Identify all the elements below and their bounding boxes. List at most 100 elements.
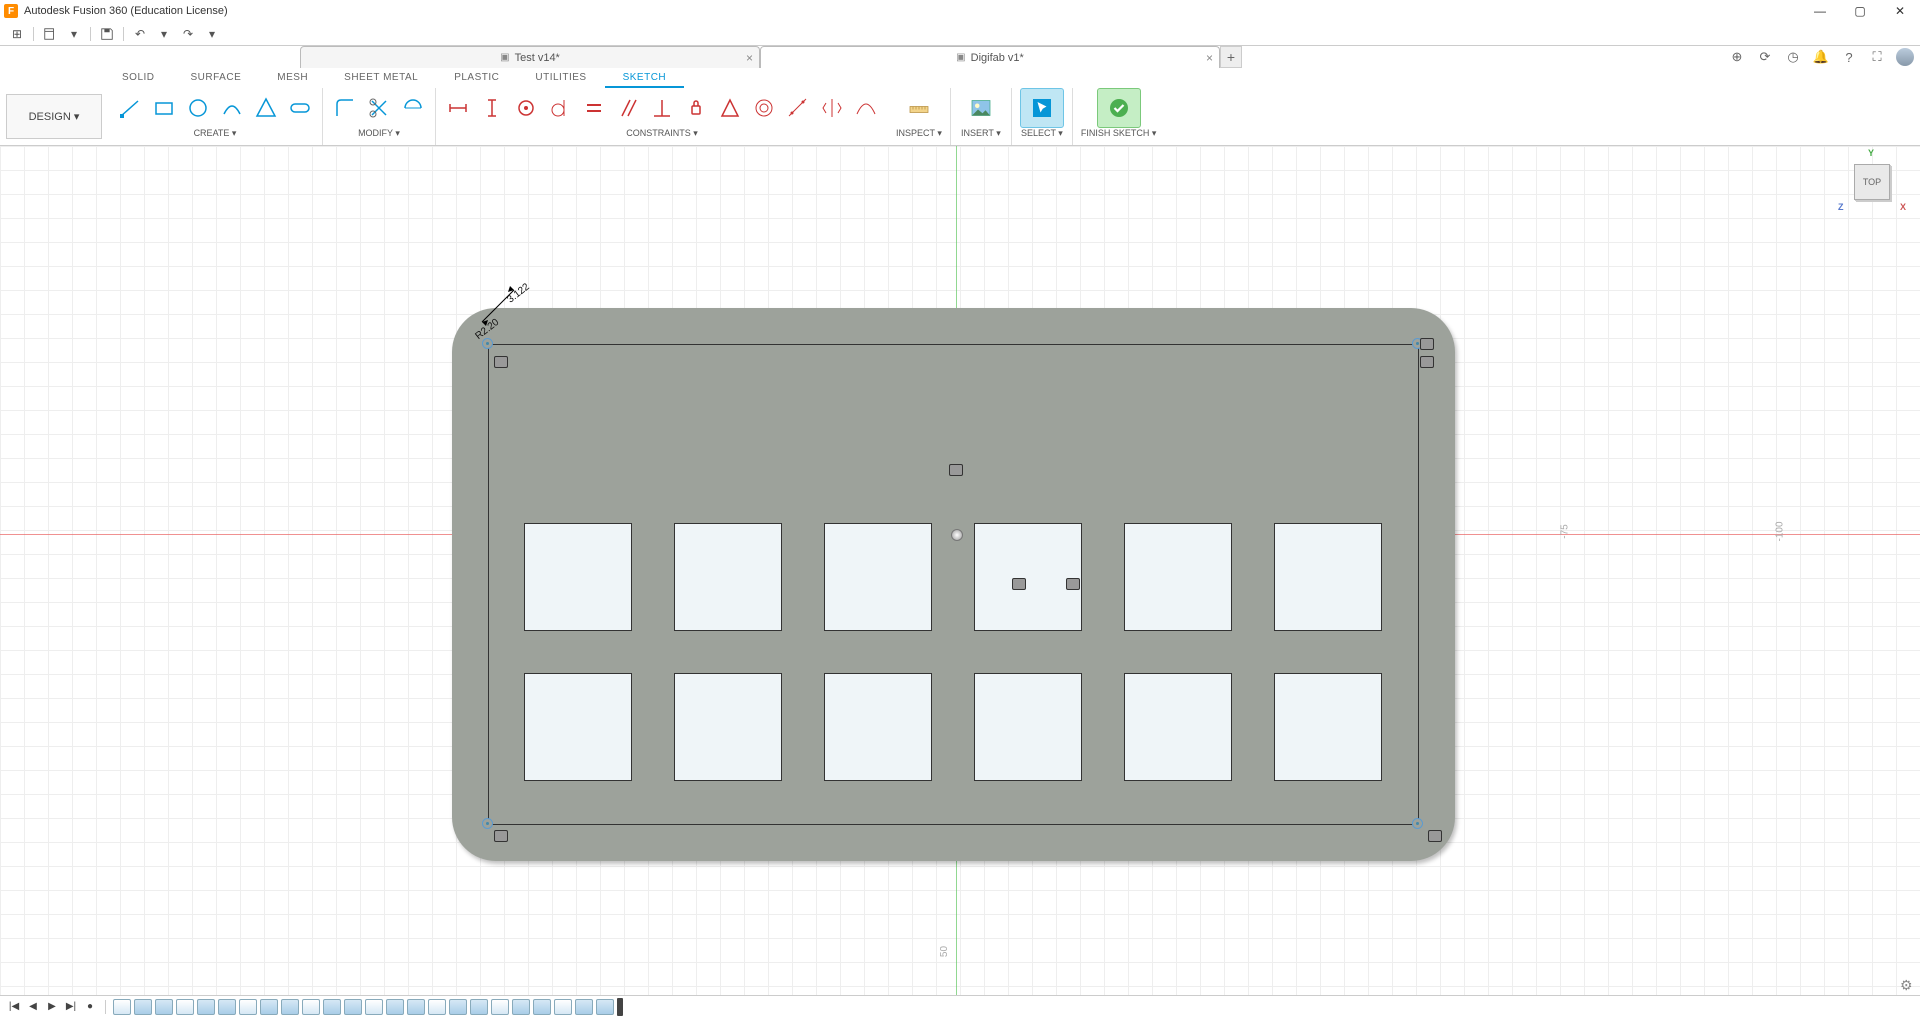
job-status-icon[interactable]: ◷ — [1784, 48, 1802, 66]
wstab-sheetmetal[interactable]: SHEET METAL — [326, 69, 436, 88]
wstab-mesh[interactable]: MESH — [259, 69, 326, 88]
file-dropdown-icon[interactable]: ▾ — [63, 24, 85, 44]
view-cube[interactable]: Y TOP X Z — [1844, 154, 1898, 208]
timeline-feature[interactable] — [260, 999, 278, 1015]
hole[interactable] — [1412, 818, 1423, 829]
viewcube-face[interactable]: TOP — [1854, 164, 1890, 200]
coincident-constraint-icon[interactable] — [512, 94, 540, 122]
extend-tool-icon[interactable] — [399, 94, 427, 122]
cutout[interactable] — [824, 673, 932, 781]
polygon-tool-icon[interactable] — [252, 94, 280, 122]
data-panel-icon[interactable]: ⊞ — [6, 24, 28, 44]
save-icon[interactable] — [96, 24, 118, 44]
cutout[interactable] — [974, 523, 1082, 631]
minimize-button[interactable]: — — [1800, 0, 1840, 22]
hole[interactable] — [482, 818, 493, 829]
hole[interactable] — [482, 338, 493, 349]
tab-close-icon[interactable]: × — [746, 51, 753, 65]
file-menu-icon[interactable] — [39, 24, 61, 44]
ribbon-label[interactable]: MODIFY ▾ — [358, 126, 400, 139]
close-button[interactable]: ✕ — [1880, 0, 1920, 22]
timeline-feature[interactable] — [176, 999, 194, 1015]
horizontal-constraint-icon[interactable] — [444, 94, 472, 122]
timeline-feature[interactable] — [533, 999, 551, 1015]
cutout[interactable] — [1274, 673, 1382, 781]
redo-icon[interactable]: ↷ — [177, 24, 199, 44]
cutout[interactable] — [1274, 523, 1382, 631]
timeline-feature[interactable] — [386, 999, 404, 1015]
cutout[interactable] — [1124, 673, 1232, 781]
undo-dropdown-icon[interactable]: ▾ — [153, 24, 175, 44]
fix-constraint-icon[interactable] — [682, 94, 710, 122]
timeline-record-icon[interactable]: ● — [82, 999, 98, 1015]
select-tool-icon[interactable] — [1020, 88, 1064, 128]
timeline-feature[interactable] — [449, 999, 467, 1015]
timeline-feature[interactable] — [554, 999, 572, 1015]
concentric-constraint-icon[interactable] — [750, 94, 778, 122]
timeline-feature[interactable] — [512, 999, 530, 1015]
timeline-feature[interactable] — [575, 999, 593, 1015]
cutout[interactable] — [524, 673, 632, 781]
sketch-body[interactable] — [452, 308, 1455, 861]
workspace-switcher[interactable]: DESIGN ▾ — [6, 94, 102, 139]
wstab-plastic[interactable]: PLASTIC — [436, 69, 517, 88]
line-tool-icon[interactable] — [116, 94, 144, 122]
ribbon-label[interactable]: CREATE ▾ — [194, 126, 237, 139]
refresh-icon[interactable]: ⟳ — [1756, 48, 1774, 66]
timeline-feature[interactable] — [239, 999, 257, 1015]
wstab-utilities[interactable]: UTILITIES — [517, 69, 604, 88]
viewport[interactable]: 25 50 -25 -50 -75 -100 3.1 — [0, 146, 1920, 995]
midpoint-constraint-icon[interactable] — [716, 94, 744, 122]
cutout[interactable] — [1124, 523, 1232, 631]
tangent-constraint-icon[interactable] — [546, 94, 574, 122]
help-icon[interactable]: ? — [1840, 48, 1858, 66]
perpendicular-constraint-icon[interactable] — [648, 94, 676, 122]
new-tab-button[interactable]: + — [1220, 46, 1242, 68]
origin-icon[interactable] — [951, 529, 963, 541]
maximize-button[interactable]: ▢ — [1840, 0, 1880, 22]
user-avatar[interactable] — [1896, 48, 1914, 66]
timeline-feature[interactable] — [281, 999, 299, 1015]
timeline-feature[interactable] — [113, 999, 131, 1015]
timeline-feature[interactable] — [344, 999, 362, 1015]
timeline-feature[interactable] — [134, 999, 152, 1015]
measure-tool-icon[interactable] — [897, 88, 941, 128]
timeline-feature[interactable] — [491, 999, 509, 1015]
timeline-marker[interactable] — [617, 998, 623, 1016]
undo-icon[interactable]: ↶ — [129, 24, 151, 44]
cutout[interactable] — [824, 523, 932, 631]
timeline-feature[interactable] — [365, 999, 383, 1015]
timeline-back-icon[interactable]: ◀ — [25, 999, 41, 1015]
cutout[interactable] — [974, 673, 1082, 781]
vertical-constraint-icon[interactable] — [478, 94, 506, 122]
timeline-feature[interactable] — [197, 999, 215, 1015]
document-tab-test[interactable]: ▣ Test v14* × — [300, 46, 760, 68]
timeline-feature[interactable] — [302, 999, 320, 1015]
document-tab-digifab[interactable]: ▣ Digifab v1* × — [760, 46, 1220, 68]
notifications-icon[interactable]: 🔔 — [1812, 48, 1830, 66]
timeline-feature[interactable] — [470, 999, 488, 1015]
timeline-feature[interactable] — [407, 999, 425, 1015]
tab-close-icon[interactable]: × — [1206, 51, 1213, 65]
display-settings-icon[interactable]: ⚙ — [1900, 977, 1916, 993]
timeline-feature[interactable] — [428, 999, 446, 1015]
timeline-feature[interactable] — [323, 999, 341, 1015]
timeline-start-icon[interactable]: |◀ — [6, 999, 22, 1015]
curvature-constraint-icon[interactable] — [852, 94, 880, 122]
finish-sketch-icon[interactable] — [1097, 88, 1141, 128]
timeline-feature[interactable] — [155, 999, 173, 1015]
extensions-icon[interactable]: ⊕ — [1728, 48, 1746, 66]
symmetry-constraint-icon[interactable] — [818, 94, 846, 122]
fillet-tool-icon[interactable] — [331, 94, 359, 122]
cutout[interactable] — [674, 673, 782, 781]
equal-constraint-icon[interactable] — [580, 94, 608, 122]
wstab-solid[interactable]: SOLID — [104, 69, 173, 88]
trim-tool-icon[interactable] — [365, 94, 393, 122]
cutout[interactable] — [674, 523, 782, 631]
timeline-feature[interactable] — [596, 999, 614, 1015]
wstab-surface[interactable]: SURFACE — [173, 69, 260, 88]
redo-dropdown-icon[interactable]: ▾ — [201, 24, 223, 44]
circle-tool-icon[interactable] — [184, 94, 212, 122]
insert-image-icon[interactable] — [959, 88, 1003, 128]
arc-tool-icon[interactable] — [218, 94, 246, 122]
